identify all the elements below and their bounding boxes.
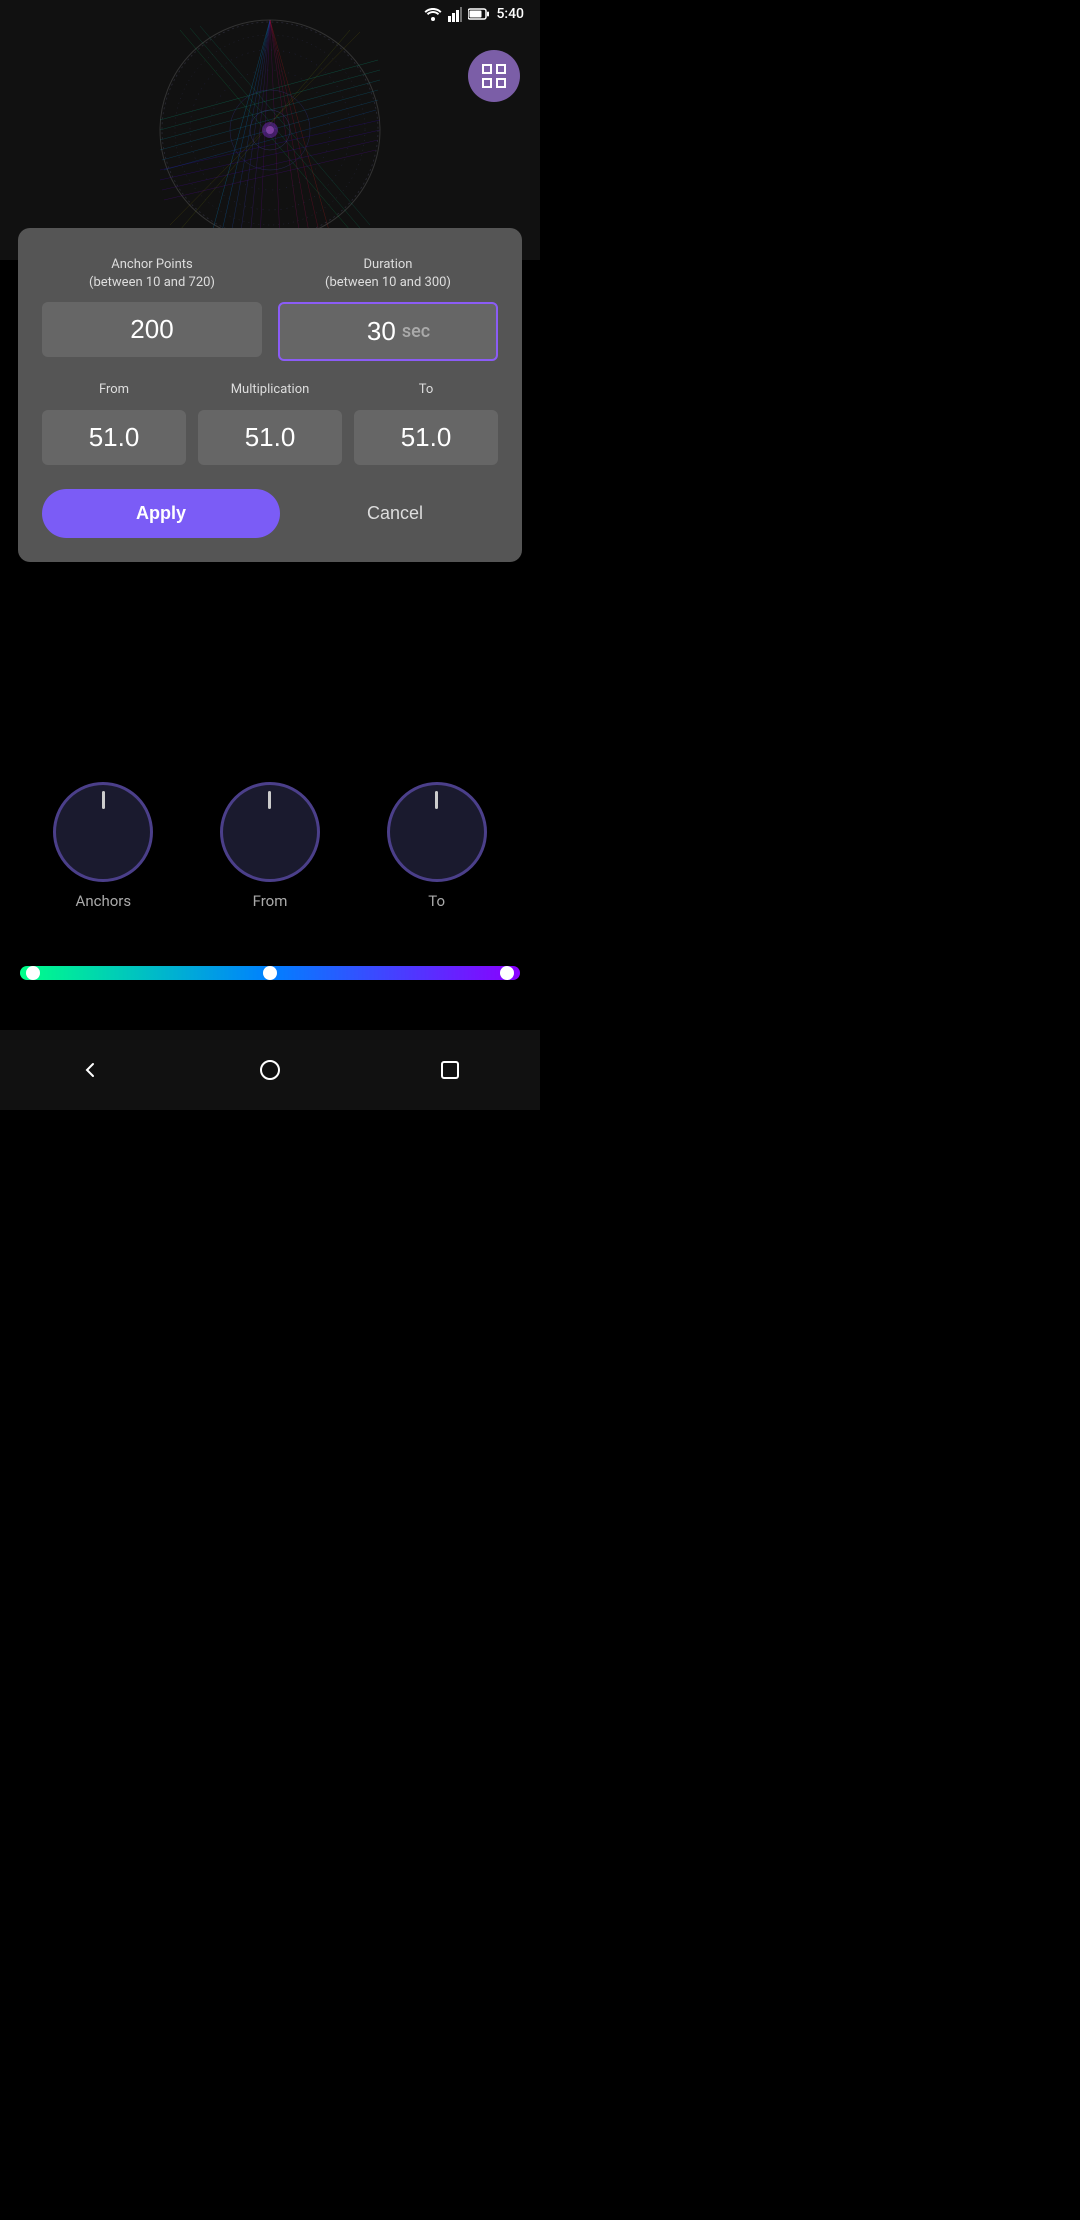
multiplication-label: Multiplication — [231, 381, 310, 399]
from-input[interactable] — [42, 410, 186, 465]
duration-unit: sec — [402, 321, 430, 342]
color-slider[interactable] — [20, 966, 520, 980]
to-knob[interactable] — [387, 782, 487, 882]
clock: 5:40 — [496, 6, 524, 22]
to-knob-container: To — [387, 782, 487, 910]
to-input[interactable] — [354, 410, 498, 465]
recents-icon — [439, 1059, 461, 1081]
slider-dot-right[interactable] — [500, 966, 514, 980]
slider-dot-left[interactable] — [26, 966, 40, 980]
recents-button[interactable] — [420, 1040, 480, 1100]
to-field: To — [354, 381, 498, 464]
anchor-points-input[interactable] — [42, 302, 262, 357]
duration-input-wrapper[interactable]: sec — [278, 302, 498, 361]
expand-button[interactable] — [468, 50, 520, 102]
slider-dot-center[interactable] — [263, 966, 277, 980]
anchor-points-field: Anchor Points (between 10 and 720) — [42, 256, 262, 361]
from-knob[interactable] — [220, 782, 320, 882]
dialog-buttons: Apply Cancel — [42, 489, 498, 538]
cancel-button[interactable]: Cancel — [292, 489, 498, 538]
from-label: From — [99, 381, 129, 399]
dialog-row-fmt: From Multiplication To — [42, 381, 498, 464]
wifi-icon — [424, 7, 442, 21]
spiral-visualization — [150, 10, 390, 250]
anchor-points-label: Anchor Points (between 10 and 720) — [89, 256, 215, 292]
status-bar: 5:40 — [0, 0, 540, 28]
anchors-knob-container: Anchors — [53, 782, 153, 910]
duration-input[interactable] — [346, 316, 396, 347]
battery-icon — [468, 8, 490, 20]
expand-icon — [480, 62, 508, 90]
back-button[interactable] — [60, 1040, 120, 1100]
anchors-knob-label: Anchors — [76, 892, 132, 910]
status-icons: 5:40 — [424, 6, 524, 22]
from-knob-tick — [268, 791, 271, 809]
back-icon — [78, 1058, 102, 1082]
bottom-navigation — [0, 1030, 540, 1110]
viz-circle — [150, 10, 390, 250]
duration-label: Duration (between 10 and 300) — [325, 256, 451, 292]
settings-dialog: Anchor Points (between 10 and 720) Durat… — [18, 228, 522, 562]
home-icon — [259, 1059, 281, 1081]
home-button[interactable] — [240, 1040, 300, 1100]
from-field: From — [42, 381, 186, 464]
anchors-knob[interactable] — [53, 782, 153, 882]
from-knob-label: From — [253, 892, 288, 910]
visualization-area — [0, 0, 540, 260]
to-knob-label: To — [428, 892, 445, 910]
signal-icon — [448, 6, 462, 22]
multiplication-input[interactable] — [198, 410, 342, 465]
anchors-knob-tick — [102, 791, 105, 809]
to-label: To — [419, 381, 434, 399]
to-knob-tick — [435, 791, 438, 809]
multiplication-field: Multiplication — [198, 381, 342, 464]
apply-button[interactable]: Apply — [42, 489, 280, 538]
knobs-area: Anchors From To — [0, 782, 540, 910]
dialog-row-top: Anchor Points (between 10 and 720) Durat… — [42, 256, 498, 361]
duration-field: Duration (between 10 and 300) sec — [278, 256, 498, 361]
from-knob-container: From — [220, 782, 320, 910]
